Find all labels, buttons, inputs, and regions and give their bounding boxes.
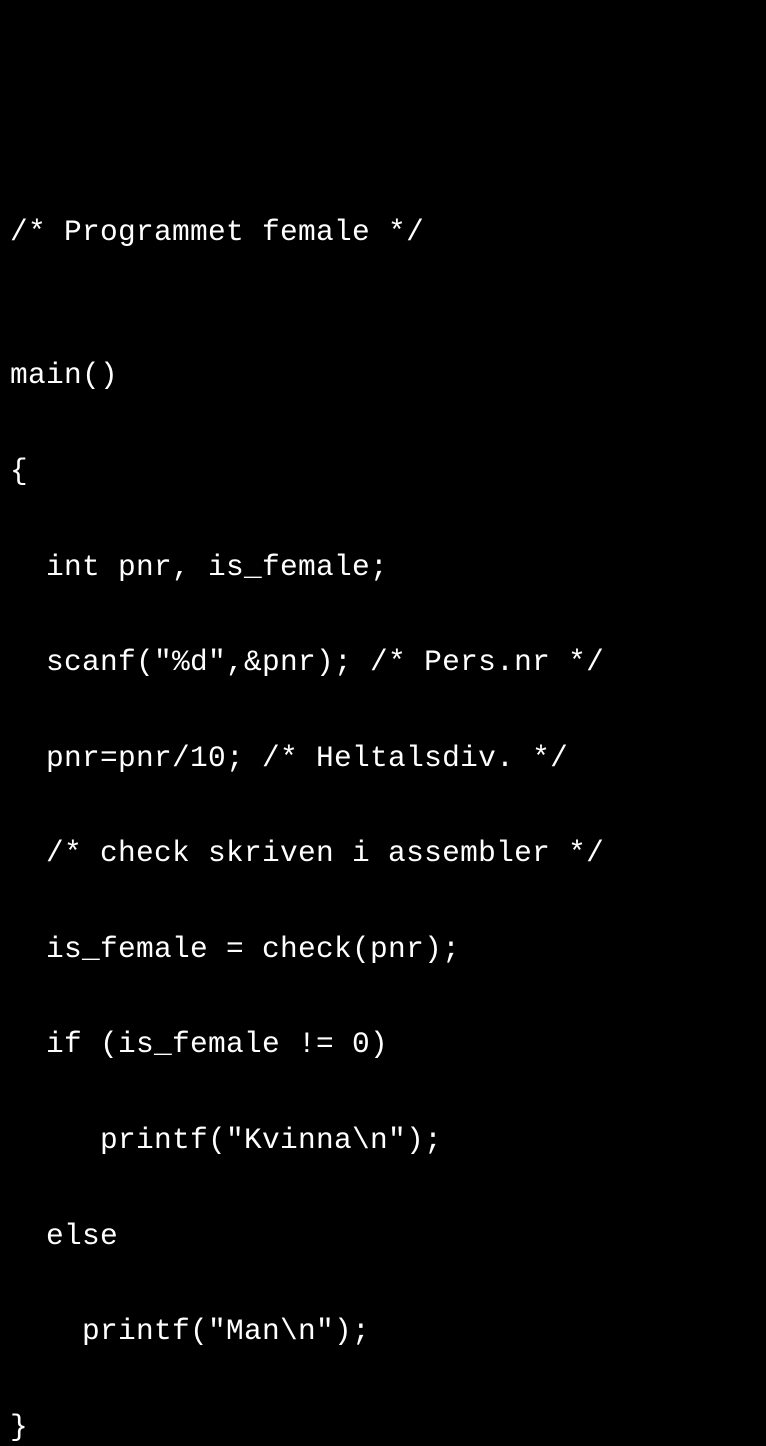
code-line: is_female = check(pnr); <box>10 926 756 974</box>
code-line: pnr=pnr/10; /* Heltalsdiv. */ <box>10 735 756 783</box>
code-line: printf("Kvinna\n"); <box>10 1117 756 1165</box>
code-line: if (is_female != 0) <box>10 1021 756 1069</box>
code-line: } <box>10 1404 756 1446</box>
code-line: int pnr, is_female; <box>10 544 756 592</box>
code-line: /* check skriven i assembler */ <box>10 830 756 878</box>
code-line: printf("Man\n"); <box>10 1308 756 1356</box>
code-line: { <box>10 448 756 496</box>
code-line: /* Programmet female */ <box>10 209 756 257</box>
code-line: scanf("%d",&pnr); /* Pers.nr */ <box>10 639 756 687</box>
code-line: main() <box>10 352 756 400</box>
code-line: else <box>10 1213 756 1261</box>
